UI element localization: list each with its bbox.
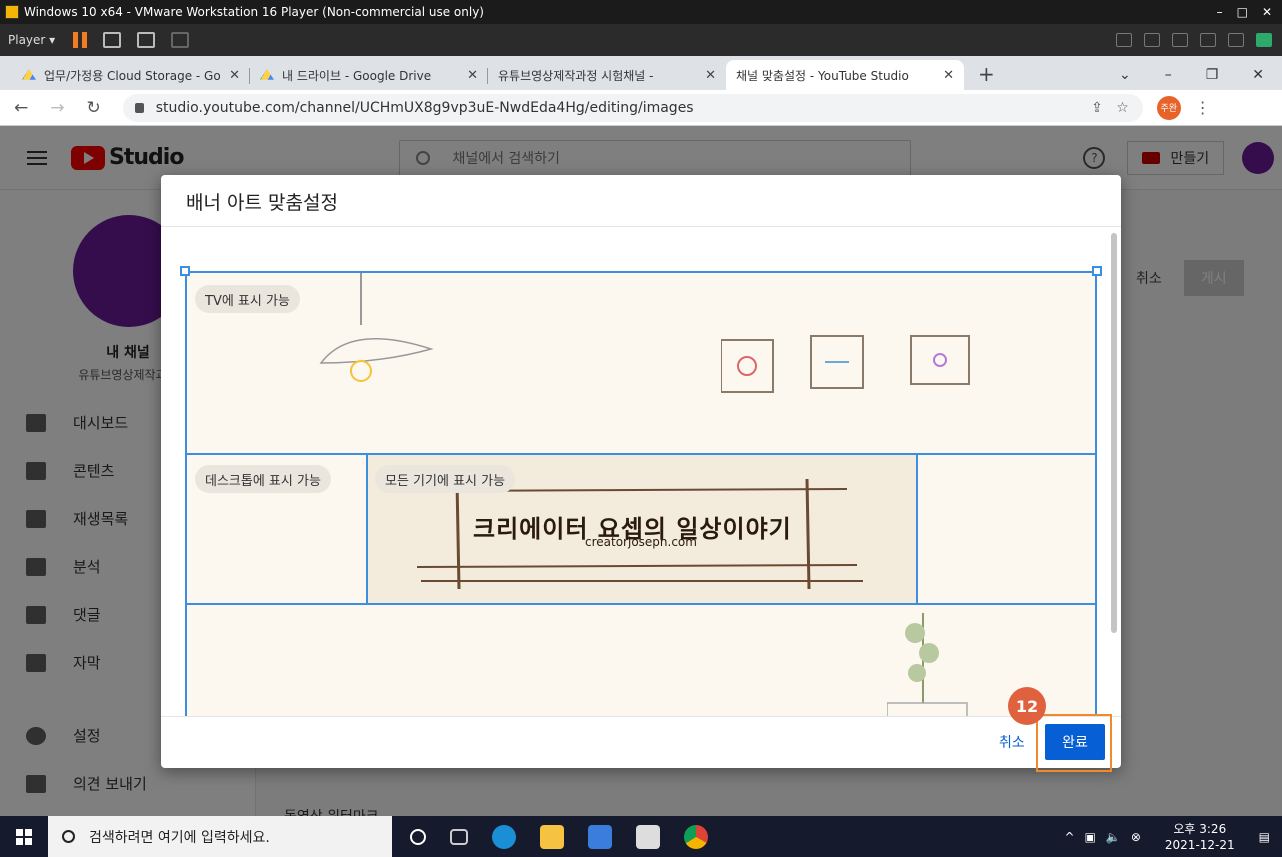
lock-icon	[134, 102, 144, 113]
tab-google-drive[interactable]: 내 드라이브 - Google Drive ✕	[250, 60, 488, 90]
dialog-footer: 취소 완료	[161, 716, 1121, 768]
profile-avatar[interactable]: 주완	[1156, 95, 1181, 120]
browser-close-button[interactable]: ✕	[1252, 67, 1264, 83]
close-tab-icon[interactable]: ✕	[697, 68, 716, 83]
browser-minimize-button[interactable]: –	[1165, 67, 1172, 83]
tab-label: 업무/가정용 Cloud Storage - Go	[44, 68, 221, 83]
notification-icon[interactable]: ▤	[1259, 830, 1270, 844]
mail-icon[interactable]	[636, 824, 660, 849]
search-icon	[62, 830, 75, 843]
tab-cloud-storage[interactable]: 업무/가정용 Cloud Storage - Go ✕	[12, 60, 250, 90]
banner-url-text: creatorjoseph.com	[585, 535, 697, 549]
dialog-scrollbar[interactable]	[1111, 233, 1117, 633]
vm-maximize-button[interactable]: □	[1237, 5, 1248, 19]
reload-icon[interactable]: ↻	[87, 98, 101, 118]
vm-minimize-button[interactable]: –	[1217, 5, 1223, 19]
taskbar-search-input[interactable]: 검색하려면 여기에 입력하세요.	[48, 816, 392, 857]
vm-title-bar: Windows 10 x64 - VMware Workstation 16 P…	[0, 0, 1282, 24]
send-ctrl-alt-del-icon[interactable]	[103, 32, 122, 48]
google-drive-icon	[260, 69, 274, 80]
device-network-icon[interactable]	[1172, 33, 1188, 47]
tab-search-icon[interactable]: ⌄	[1119, 67, 1131, 83]
close-tab-icon[interactable]: ✕	[221, 68, 240, 83]
tray-x-icon[interactable]: ⊗	[1131, 830, 1141, 844]
network-icon[interactable]: ▣	[1085, 830, 1096, 844]
pause-icon[interactable]	[73, 32, 88, 48]
forward-icon[interactable]: →	[50, 98, 64, 118]
browser-menu-icon[interactable]: ⋮	[1195, 98, 1211, 117]
crop-handle-top-left[interactable]	[180, 266, 190, 276]
dialog-title: 배너 아트 맞춤설정	[161, 175, 1121, 227]
cancel-button[interactable]: 취소	[999, 732, 1025, 752]
fullscreen-icon[interactable]	[137, 32, 156, 48]
crop-handle-top-right[interactable]	[1092, 266, 1102, 276]
clock-date: 2021-12-21	[1164, 837, 1235, 852]
youtube-studio-page: Studio 채널에서 검색하기 ? 만들기 내 채널 유튜브영상제작과정 대시…	[0, 126, 1282, 816]
banner-customize-dialog: 배너 아트 맞춤설정 크리에이터 요셉의 일상이야기 creatorjoseph…	[161, 175, 1121, 768]
device-cd-icon[interactable]	[1144, 33, 1160, 47]
all-devices-right-line	[916, 453, 918, 603]
store-icon[interactable]	[588, 824, 612, 849]
banner-image[interactable]: 크리에이터 요셉의 일상이야기 creatorjoseph.com TV에 표시…	[185, 271, 1097, 716]
browser-tab-strip: 업무/가정용 Cloud Storage - Go ✕ 내 드라이브 - Goo…	[0, 56, 1282, 90]
volume-icon[interactable]: 🔈	[1106, 830, 1121, 844]
device-printer-icon[interactable]	[1200, 33, 1216, 47]
task-view-icon[interactable]	[450, 828, 468, 845]
taskbar-clock[interactable]: 오후 3:26 2021-12-21	[1165, 821, 1235, 853]
vm-close-button[interactable]: ✕	[1262, 5, 1272, 19]
device-sound-icon[interactable]	[1228, 33, 1244, 47]
start-button[interactable]	[0, 816, 48, 857]
windows-logo-icon	[16, 828, 32, 845]
windows-taskbar: 검색하려면 여기에 입력하세요. ^ ▣ 🔈 ⊗ 오후 3:26 2021-12…	[0, 816, 1282, 857]
message-log-icon[interactable]	[1256, 33, 1272, 47]
tray-expand-icon[interactable]: ^	[1064, 830, 1074, 844]
plant-illustration	[887, 613, 968, 716]
device-hdd-icon[interactable]	[1116, 33, 1132, 47]
vm-window-title: Windows 10 x64 - VMware Workstation 16 P…	[24, 5, 484, 19]
picture-frames-illustration	[721, 335, 970, 393]
highlight-box	[1036, 714, 1112, 772]
file-explorer-icon[interactable]	[540, 824, 564, 849]
edge-icon[interactable]	[492, 824, 516, 849]
tab-label: 채널 맞춤설정 - YouTube Studio	[736, 68, 909, 83]
url-text: studio.youtube.com/channel/UCHmUX8g9vp3u…	[155, 99, 694, 116]
tab-youtube-channel[interactable]: 유튜브영상제작과정 시험채널 - ✕	[488, 60, 726, 90]
close-tab-icon[interactable]: ✕	[459, 68, 478, 83]
system-tray: ^ ▣ 🔈 ⊗ 오후 3:26 2021-12-21 ▤	[1064, 821, 1282, 853]
url-field[interactable]: studio.youtube.com/channel/UCHmUX8g9vp3u…	[122, 93, 1143, 122]
desktop-zone-label: 데스크톱에 표시 가능	[195, 465, 331, 493]
vmware-logo-icon	[5, 5, 19, 19]
unity-icon[interactable]	[171, 32, 190, 48]
share-bookmark-icons[interactable]: ⇪ ☆	[1091, 100, 1143, 116]
clock-time: 오후 3:26	[1173, 821, 1227, 836]
tv-zone-line	[187, 453, 1095, 455]
browser-restore-button[interactable]: ❐	[1206, 67, 1219, 83]
vm-toolbar: Player ▾	[0, 24, 1282, 56]
desktop-zone-line	[187, 603, 1095, 605]
tab-label: 유튜브영상제작과정 시험채널 -	[498, 68, 654, 83]
tv-zone-label: TV에 표시 가능	[195, 285, 300, 313]
google-drive-icon	[22, 69, 36, 80]
all-devices-zone-label: 모든 기기에 표시 가능	[375, 465, 516, 493]
address-bar-row: ← → ↻ studio.youtube.com/channel/UCHmUX8…	[0, 90, 1282, 126]
player-menu[interactable]: Player ▾	[8, 33, 55, 47]
tab-youtube-studio[interactable]: 채널 맞춤설정 - YouTube Studio ✕	[726, 60, 964, 90]
lamp-illustration	[319, 273, 434, 382]
cortana-icon[interactable]	[410, 828, 426, 845]
step-number-badge: 12	[1008, 687, 1046, 725]
banner-crop-area: 크리에이터 요셉의 일상이야기 creatorjoseph.com TV에 표시…	[161, 227, 1121, 716]
close-tab-icon[interactable]: ✕	[935, 68, 954, 83]
all-devices-left-line	[366, 453, 368, 603]
back-icon[interactable]: ←	[14, 98, 28, 118]
chrome-icon[interactable]	[684, 824, 708, 849]
tab-label: 내 드라이브 - Google Drive	[282, 68, 432, 83]
new-tab-button[interactable]: +	[978, 62, 995, 86]
